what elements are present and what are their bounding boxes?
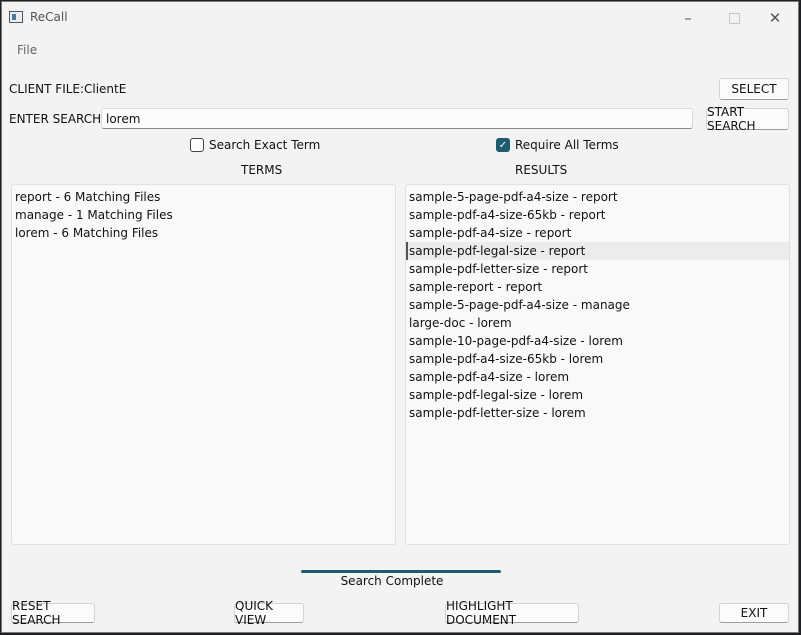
- checkmark-icon: ✓: [496, 138, 510, 152]
- app-window: ReCall – ✕ File CLIENT FILE: ClientE SEL…: [1, 1, 799, 633]
- minimize-icon: –: [684, 9, 692, 27]
- result-item[interactable]: sample-pdf-legal-size - report: [406, 242, 789, 260]
- start-search-button[interactable]: START SEARCH: [706, 105, 789, 133]
- close-button[interactable]: ✕: [752, 2, 798, 34]
- close-icon: ✕: [768, 9, 782, 27]
- result-item[interactable]: sample-10-page-pdf-a4-size - lorem: [406, 332, 789, 350]
- enter-search-label: ENTER SEARCH: [9, 112, 102, 126]
- app-icon: [9, 11, 23, 23]
- exit-button[interactable]: EXIT: [719, 603, 789, 623]
- menu-file[interactable]: File: [17, 43, 37, 57]
- result-item[interactable]: sample-pdf-legal-size - lorem: [406, 386, 789, 404]
- result-item[interactable]: sample-5-page-pdf-a4-size - report: [406, 188, 789, 206]
- result-item[interactable]: sample-pdf-a4-size-65kb - lorem: [406, 350, 789, 368]
- result-item[interactable]: sample-report - report: [406, 278, 789, 296]
- search-exact-checkbox[interactable]: Search Exact Term: [190, 138, 320, 152]
- term-item[interactable]: report - 6 Matching Files: [12, 188, 395, 206]
- result-item[interactable]: sample-pdf-a4-size - lorem: [406, 368, 789, 386]
- require-all-label: Require All Terms: [515, 138, 619, 152]
- progress-bar: [301, 570, 501, 573]
- quick-view-button[interactable]: QUICK VIEW: [234, 599, 304, 627]
- highlight-document-button[interactable]: HIGHLIGHT DOCUMENT: [445, 599, 579, 627]
- window-title: ReCall: [30, 10, 68, 24]
- term-item[interactable]: manage - 1 Matching Files: [12, 206, 395, 224]
- term-item[interactable]: lorem - 6 Matching Files: [12, 224, 395, 242]
- maximize-button[interactable]: [711, 2, 757, 34]
- maximize-icon: [728, 12, 740, 24]
- terms-list[interactable]: report - 6 Matching Files manage - 1 Matc…: [11, 184, 396, 545]
- status-text: Search Complete: [340, 574, 444, 588]
- select-button[interactable]: SELECT: [719, 78, 789, 100]
- terms-header: TERMS: [241, 163, 283, 177]
- minimize-button[interactable]: –: [665, 2, 711, 34]
- client-file-label: CLIENT FILE:: [9, 82, 85, 96]
- result-item[interactable]: sample-pdf-a4-size-65kb - report: [406, 206, 789, 224]
- require-all-checkbox[interactable]: ✓ Require All Terms: [496, 138, 619, 152]
- result-item[interactable]: sample-pdf-letter-size - report: [406, 260, 789, 278]
- client-file-value: ClientE: [84, 82, 127, 96]
- search-input[interactable]: [101, 108, 693, 129]
- title-bar[interactable]: ReCall – ✕: [2, 2, 798, 34]
- result-item[interactable]: sample-pdf-letter-size - lorem: [406, 404, 789, 422]
- results-list[interactable]: sample-5-page-pdf-a4-size - report sample…: [405, 184, 790, 545]
- checkbox-unchecked-icon: [190, 138, 204, 152]
- result-item[interactable]: large-doc - lorem: [406, 314, 789, 332]
- result-item[interactable]: sample-5-page-pdf-a4-size - manage: [406, 296, 789, 314]
- search-exact-label: Search Exact Term: [209, 138, 321, 152]
- result-item[interactable]: sample-pdf-a4-size - report: [406, 224, 789, 242]
- reset-search-button[interactable]: RESET SEARCH: [11, 599, 95, 627]
- results-header: RESULTS: [515, 163, 568, 177]
